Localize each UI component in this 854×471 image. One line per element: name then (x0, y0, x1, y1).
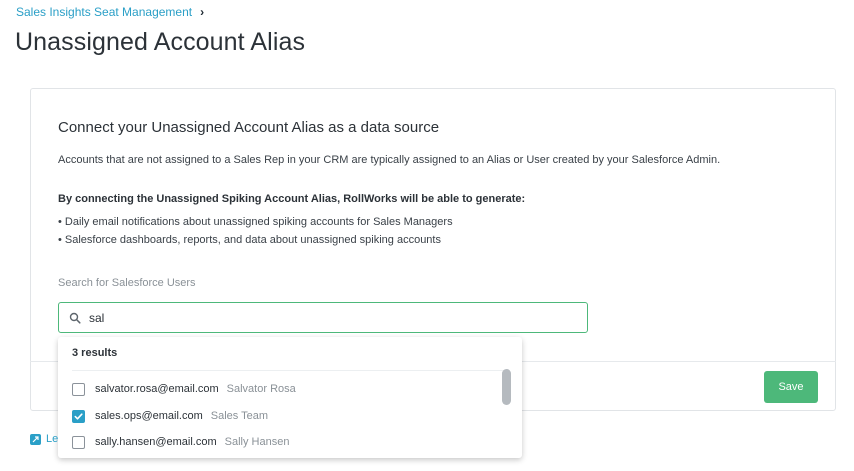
result-name: Sales Team (210, 410, 269, 422)
search-icon (69, 312, 81, 324)
result-checkbox[interactable] (72, 382, 85, 396)
list-item[interactable]: sales.ops@email.com Sales Team (72, 406, 268, 426)
check-icon (74, 412, 83, 420)
external-link-icon (30, 433, 41, 445)
result-name: Sally Hansen (224, 436, 290, 448)
benefit-item: • Salesforce dashboards, reports, and da… (58, 234, 441, 246)
learn-more-link[interactable]: Le (30, 433, 58, 445)
search-input[interactable] (89, 310, 569, 325)
result-checkbox[interactable] (72, 409, 85, 423)
results-divider (72, 370, 508, 371)
list-item[interactable]: salvator.rosa@email.com Salvator Rosa (72, 379, 296, 399)
results-count: 3 results (72, 347, 118, 359)
section-title: Connect your Unassigned Account Alias as… (58, 119, 440, 136)
search-field[interactable] (58, 302, 588, 333)
result-name: Salvator Rosa (226, 383, 296, 395)
breadcrumb: Sales Insights Seat Management › (16, 5, 204, 19)
search-results-dropdown: 3 results salvator.rosa@email.com Salvat… (58, 337, 522, 458)
section-description: Accounts that are not assigned to a Sale… (58, 154, 721, 166)
benefit-item: • Daily email notifications about unassi… (58, 216, 453, 228)
benefits-heading: By connecting the Unassigned Spiking Acc… (58, 193, 526, 205)
page-title: Unassigned Account Alias (15, 28, 306, 56)
breadcrumb-link[interactable]: Sales Insights Seat Management (16, 5, 192, 19)
result-email: sally.hansen@email.com (95, 436, 217, 448)
result-email: sales.ops@email.com (95, 410, 203, 422)
result-checkbox[interactable] (72, 435, 85, 449)
learn-more-label: Le (46, 433, 59, 445)
result-email: salvator.rosa@email.com (95, 383, 219, 395)
benefits-list: • Daily email notifications about unassi… (58, 213, 453, 249)
save-button[interactable]: Save (764, 371, 818, 403)
chevron-right-icon: › (200, 5, 205, 19)
search-label: Search for Salesforce Users (58, 277, 196, 289)
scrollbar-thumb[interactable] (502, 369, 511, 405)
list-item[interactable]: sally.hansen@email.com Sally Hansen (72, 432, 289, 452)
